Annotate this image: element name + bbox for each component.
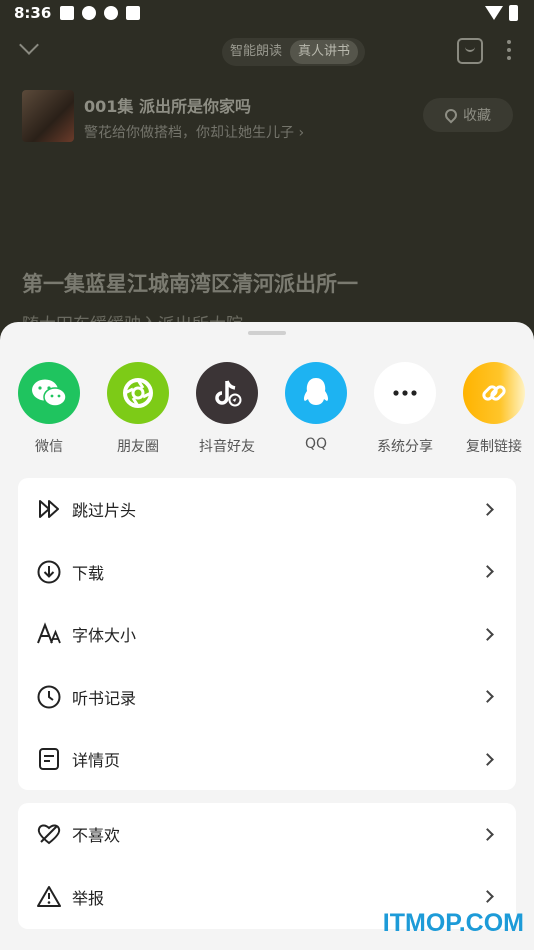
share-label: 系统分享 (377, 439, 433, 455)
battery-icon (509, 5, 518, 21)
top-nav: 智能朗读 真人讲书 (0, 34, 534, 68)
share-label: 朋友圈 (117, 439, 159, 455)
share-system[interactable]: 系统分享 (365, 362, 445, 456)
report-icon (37, 885, 61, 907)
menu-label: 跳过片头 (72, 501, 137, 521)
douyin-icon (196, 362, 258, 424)
menu-label: 下载 (72, 563, 105, 583)
qq-icon (285, 362, 347, 424)
menu-group-playback: 跳过片头 下载 字体大小 听书记录 详情页 (18, 478, 516, 790)
share-copy-link[interactable]: 复制链接 (454, 362, 534, 456)
site-watermark: ITMOP.COM (382, 909, 524, 937)
mode-human-tab[interactable]: 真人讲书 (290, 40, 359, 64)
menu-item-dislike[interactable]: 不喜欢 (18, 803, 516, 866)
sheet-drag-handle[interactable] (248, 331, 286, 335)
book-cover[interactable] (22, 90, 74, 142)
more-options-icon[interactable] (506, 40, 512, 64)
menu-item-details[interactable]: 详情页 (18, 728, 516, 791)
menu-item-skip-intro[interactable]: 跳过片头 (18, 478, 516, 541)
status-notification-icons (60, 6, 140, 20)
share-label: 抖音好友 (199, 439, 255, 455)
share-bottom-sheet: 微信 朋友圈 抖音好友 QQ 系统分享 复制链接 跳过片头 下载 字体大小 听书… (0, 322, 534, 950)
chevron-right-icon (481, 565, 494, 579)
app-notification-icon (126, 6, 140, 20)
share-label: 复制链接 (466, 439, 522, 455)
menu-label: 举报 (72, 888, 105, 908)
link-icon (463, 362, 525, 424)
chevron-right-icon (481, 690, 494, 704)
font-size-icon (37, 622, 61, 644)
chevron-right-icon (481, 752, 494, 766)
menu-label: 详情页 (72, 751, 121, 771)
mode-switch: 智能朗读 真人讲书 (222, 38, 365, 66)
share-moments[interactable]: 朋友圈 (98, 362, 178, 456)
wifi-icon (485, 6, 503, 20)
chevron-right-icon (481, 627, 494, 641)
share-douyin[interactable]: 抖音好友 (187, 362, 267, 456)
share-qq[interactable]: QQ (276, 362, 356, 452)
menu-label: 不喜欢 (72, 826, 121, 846)
skip-intro-icon (39, 500, 59, 519)
share-wechat[interactable]: 微信 (9, 362, 89, 456)
notification-icon (60, 6, 74, 20)
menu-label: 字体大小 (72, 626, 137, 646)
episode-title: 001集 派出所是你家吗 (84, 97, 251, 116)
chapter-title: 第一集蓝星江城南湾区清河派出所一 (22, 272, 358, 296)
app-notification-icon (104, 6, 118, 20)
collect-label: 收藏 (463, 108, 491, 124)
episode-subtitle[interactable]: 警花给你做搭档，你却让她生儿子 › (84, 122, 304, 142)
share-label: 微信 (35, 439, 63, 455)
status-bar: 8:36 (0, 0, 534, 28)
menu-item-font-size[interactable]: 字体大小 (18, 603, 516, 666)
chevron-down-icon[interactable] (19, 35, 39, 55)
book-info: 001集 派出所是你家吗 警花给你做搭档，你却让她生儿子 › 收藏 (22, 90, 522, 142)
wechat-icon (18, 362, 80, 424)
details-icon (39, 748, 59, 771)
chevron-right-icon (481, 502, 494, 516)
menu-item-history[interactable]: 听书记录 (18, 666, 516, 729)
mode-tts-tab[interactable]: 智能朗读 (222, 40, 290, 64)
download-icon (37, 560, 61, 584)
more-icon (374, 362, 436, 424)
dislike-icon (37, 824, 61, 845)
history-icon (37, 685, 61, 709)
chevron-right-icon (481, 827, 494, 841)
heart-icon (442, 106, 460, 124)
shopping-bag-icon[interactable] (457, 38, 483, 64)
collect-button[interactable]: 收藏 (423, 98, 513, 132)
status-time: 8:36 (14, 4, 52, 22)
menu-item-download[interactable]: 下载 (18, 541, 516, 604)
share-label: QQ (304, 436, 328, 452)
moments-icon (107, 362, 169, 424)
share-targets: 微信 朋友圈 抖音好友 QQ 系统分享 复制链接 (0, 362, 534, 462)
chevron-right-icon (481, 890, 494, 904)
app-notification-icon (82, 6, 96, 20)
menu-label: 听书记录 (72, 688, 137, 708)
